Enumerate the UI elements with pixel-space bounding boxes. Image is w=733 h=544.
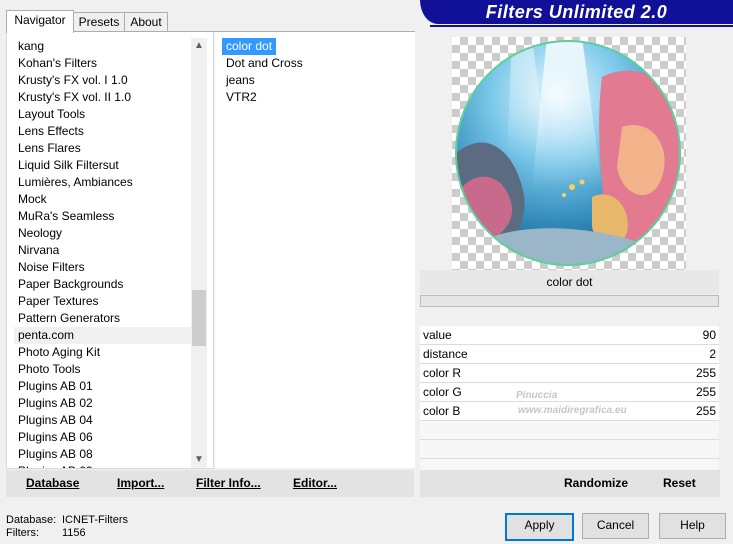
tab-presets[interactable]: Presets [72,12,126,31]
category-item[interactable]: Liquid Silk Filtersut [14,157,192,174]
category-item[interactable]: Plugins AB 08 [14,446,192,463]
parameter-value[interactable]: 2 [709,345,716,363]
category-item[interactable]: Plugins AB 04 [14,412,192,429]
apply-button[interactable]: Apply [505,513,574,541]
category-item[interactable]: Paper Backgrounds [14,276,192,293]
status-area: Database: ICNET-Filters Filters: 1156 [6,514,128,540]
category-item[interactable]: Mock [14,191,192,208]
scroll-down-icon[interactable]: ▼ [191,452,207,468]
filter-item[interactable]: VTR2 [222,89,261,106]
category-item[interactable]: Paper Textures [14,293,192,310]
parameter-row[interactable]: value 90 [420,326,719,345]
parameter-row-empty [420,440,719,459]
parameter-name: color R [423,366,462,380]
preview-image [452,37,686,270]
category-item[interactable]: Photo Aging Kit [14,344,192,361]
category-item[interactable]: penta.com [14,327,192,344]
filter-list[interactable]: color dot Dot and Cross jeans VTR2 [222,38,402,106]
editor-button[interactable]: Editor... [293,470,337,497]
status-database-label: Database: [6,514,57,526]
filter-info-button[interactable]: Filter Info... [196,470,261,497]
category-item[interactable]: kang [14,38,192,55]
category-item[interactable]: Plugins AB 06 [14,429,192,446]
category-item[interactable]: Neology [14,225,192,242]
category-item[interactable]: Noise Filters [14,259,192,276]
preview-picture [455,40,681,266]
category-scrollbar[interactable]: ▲ ▼ [191,38,207,468]
randomize-button[interactable]: Randomize [564,470,628,497]
parameter-value[interactable]: 255 [696,364,716,382]
parameter-value[interactable]: 255 [696,383,716,401]
watermark: Pinuccia www.maidiregrafica.eu [480,390,627,416]
parameter-row-empty [420,421,719,440]
progress-bar [420,295,719,307]
parameter-row[interactable]: color R 255 [420,364,719,383]
scroll-thumb[interactable] [192,290,206,346]
parameter-name: value [423,328,452,342]
tab-navigator[interactable]: Navigator [6,10,74,33]
reset-button[interactable]: Reset [663,470,696,497]
watermark-name: Pinuccia [516,390,558,401]
help-button[interactable]: Help [659,513,726,539]
status-database-value: ICNET-Filters [62,514,128,526]
filter-item[interactable]: color dot [222,38,277,55]
left-toolbar: Database Import... Filter Info... Editor… [6,470,414,497]
brand-underline [430,25,733,27]
category-item[interactable]: Pattern Generators [14,310,192,327]
filter-item[interactable]: jeans [222,72,259,89]
category-item[interactable]: Plugins AB 02 [14,395,192,412]
status-filters-value: 1156 [62,527,86,539]
category-list[interactable]: kang Kohan's Filters Krusty's FX vol. I 1.… [14,38,192,468]
parameter-value[interactable]: 255 [696,402,716,420]
category-item[interactable]: Kohan's Filters [14,55,192,72]
cancel-button[interactable]: Cancel [582,513,649,539]
category-item[interactable]: Lens Effects [14,123,192,140]
parameter-name: distance [423,347,468,361]
category-item[interactable]: Krusty's FX vol. II 1.0 [14,89,192,106]
category-item[interactable]: Nirvana [14,242,192,259]
scroll-up-icon[interactable]: ▲ [191,38,207,54]
parameter-name: color B [423,404,461,418]
parameter-value[interactable]: 90 [703,326,716,344]
preview-filter-name: color dot [420,270,719,294]
right-toolbar: Randomize Reset [420,470,720,497]
category-item[interactable]: Lumières, Ambiances [14,174,192,191]
category-item[interactable]: Plugins AB 09 [14,463,192,468]
import-button[interactable]: Import... [117,470,164,497]
category-item[interactable]: Lens Flares [14,140,192,157]
parameter-row[interactable]: distance 2 [420,345,719,364]
brand-banner: Filters Unlimited 2.0 [420,0,733,24]
category-item[interactable]: MuRa's Seamless [14,208,192,225]
filter-item[interactable]: Dot and Cross [222,55,307,72]
category-item[interactable]: Layout Tools [14,106,192,123]
watermark-url: www.maidiregrafica.eu [518,405,627,416]
database-button[interactable]: Database [26,470,79,497]
parameter-name: color G [423,385,462,399]
category-item[interactable]: Plugins AB 01 [14,378,192,395]
category-item[interactable]: Photo Tools [14,361,192,378]
category-item[interactable]: Krusty's FX vol. I 1.0 [14,72,192,89]
tab-about[interactable]: About [124,12,168,31]
status-filters-label: Filters: [6,527,39,539]
